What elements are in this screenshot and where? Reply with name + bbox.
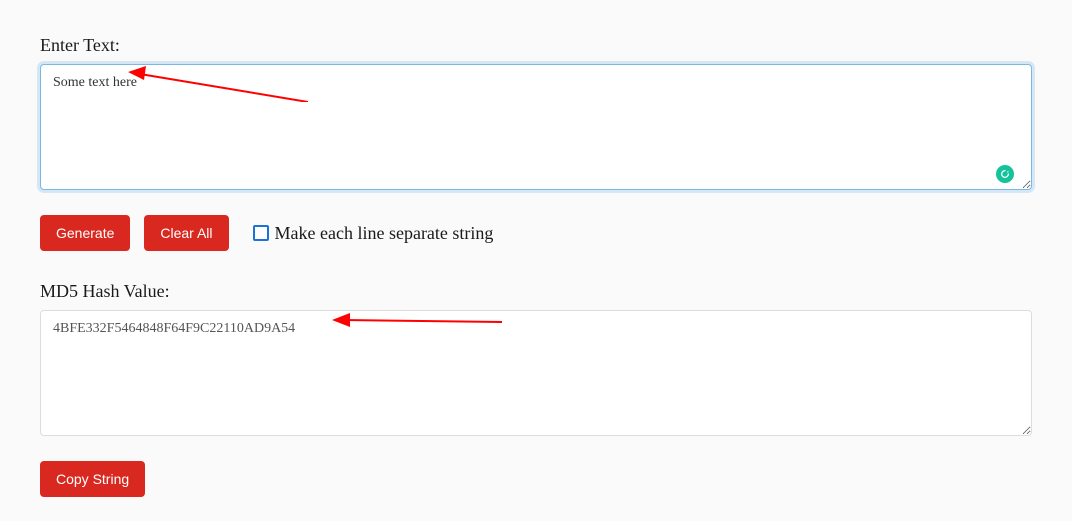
separate-lines-checkbox[interactable] — [253, 225, 269, 241]
output-label: MD5 Hash Value: — [40, 281, 1032, 302]
input-wrap — [40, 64, 1032, 195]
checkbox-label: Make each line separate string — [275, 223, 494, 244]
checkbox-wrap: Make each line separate string — [253, 223, 494, 244]
md5-hash-output[interactable] — [40, 310, 1032, 436]
generate-button[interactable]: Generate — [40, 215, 130, 251]
enter-text-input[interactable] — [40, 64, 1032, 190]
clear-all-button[interactable]: Clear All — [144, 215, 228, 251]
controls-row: Generate Clear All Make each line separa… — [40, 215, 1032, 251]
input-label: Enter Text: — [40, 35, 1032, 56]
copy-string-button[interactable]: Copy String — [40, 461, 145, 497]
grammarly-icon — [996, 165, 1014, 183]
copy-row: Copy String — [40, 461, 1032, 497]
